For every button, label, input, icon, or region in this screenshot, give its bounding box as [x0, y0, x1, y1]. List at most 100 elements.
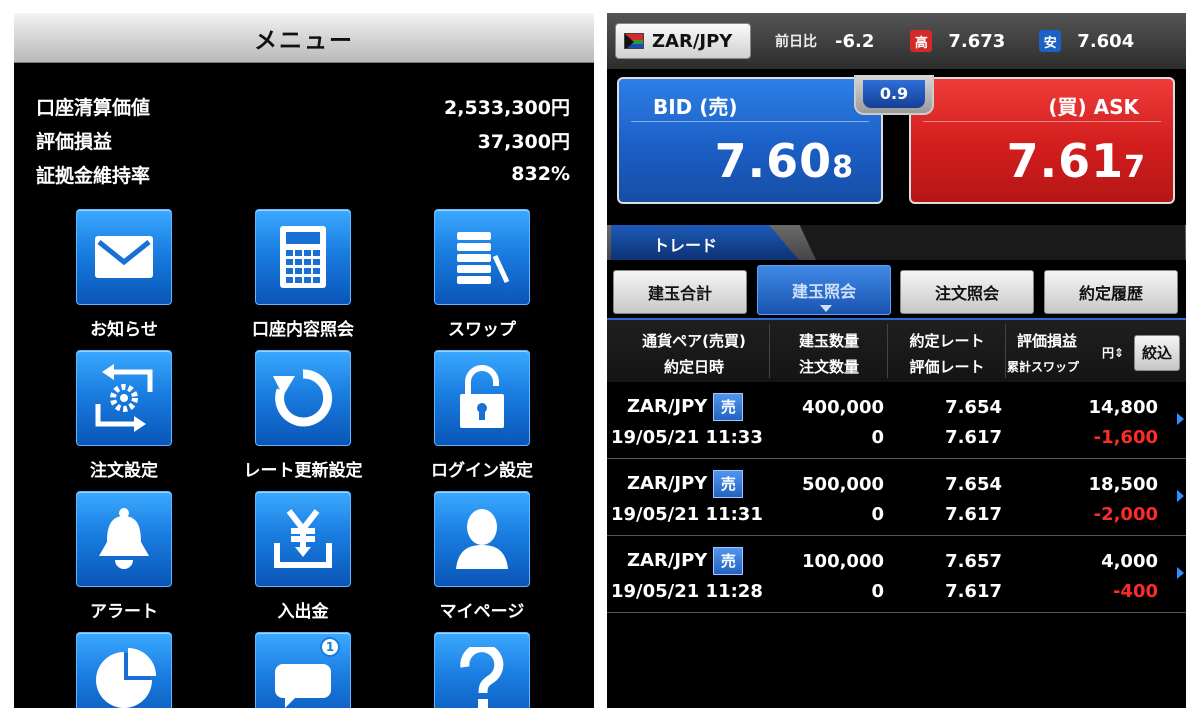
coins-icon	[457, 232, 510, 284]
tab-execution-history[interactable]: 約定履歴	[1044, 270, 1178, 314]
menu-item-mypage[interactable]: マイページ	[392, 491, 572, 622]
row-swap: -2,000	[1093, 504, 1158, 525]
table-row[interactable]: ZAR/JPY 売 19/05/21 11:31 500,000 0 7.654 …	[607, 460, 1186, 536]
menu-title: メニュー	[254, 27, 354, 54]
header-rate: 約定レート 評価レート	[891, 328, 1003, 380]
account-label: 口座清算価値	[36, 96, 151, 119]
menu-tile[interactable]	[434, 632, 530, 708]
menu-tile[interactable]	[255, 350, 351, 446]
tab-label: 約定履歴	[1078, 284, 1143, 303]
row-rate: 7.657	[945, 551, 1002, 572]
change-label: 前日比	[775, 34, 817, 50]
refresh-icon	[273, 369, 333, 427]
menu-item-label: お知らせ	[90, 320, 158, 340]
menu-item-news[interactable]: お知らせ	[34, 209, 214, 340]
row-arrow-icon	[1177, 413, 1184, 425]
header-label: 評価損益	[1017, 332, 1078, 350]
row-pair: ZAR/JPY 売	[627, 547, 744, 575]
menu-item-label: 注文設定	[90, 461, 158, 481]
active-tab-pointer	[820, 305, 832, 312]
menu-item-order-settings[interactable]: 注文設定	[34, 350, 214, 481]
bid-title: BID (売)	[653, 95, 738, 119]
menu-tile[interactable]: 1	[255, 632, 351, 708]
sell-badge: 売	[713, 470, 744, 498]
row-swap: -1,600	[1093, 427, 1158, 448]
high-badge: 高	[910, 30, 933, 52]
row-datetime: 19/05/21 11:31	[611, 504, 763, 525]
menu-tile[interactable]	[434, 209, 530, 305]
currency-pair-button[interactable]: ZAR/JPY	[615, 23, 751, 59]
menu-item-deposit[interactable]: 入出金	[213, 491, 393, 622]
bid-sell-button[interactable]: BID (売) 7.608	[617, 77, 883, 204]
row-quantity: 500,000	[802, 474, 884, 495]
account-row-liquidation: 口座清算価値 2,533,300円	[36, 89, 570, 123]
account-row-margin: 証拠金維持率 832%	[36, 157, 570, 191]
ask-buy-button[interactable]: (買) ASK 7.617	[909, 77, 1175, 204]
row-datetime: 19/05/21 11:33	[611, 427, 763, 448]
row-rate: 7.654	[945, 474, 1002, 495]
south-africa-flag-icon	[624, 33, 644, 49]
unit-label: 円	[1102, 346, 1115, 360]
message-icon	[275, 664, 331, 708]
header-label: 約定レート	[909, 332, 985, 350]
menu-item-messages[interactable]: 1	[213, 632, 393, 708]
section-bar: トレード	[607, 225, 1186, 260]
menu-item-report[interactable]	[34, 632, 214, 708]
menu-tile[interactable]	[76, 209, 172, 305]
low-badge: 安	[1039, 30, 1062, 52]
trade-section-tab[interactable]: トレード	[611, 225, 799, 260]
menu-tile[interactable]	[434, 350, 530, 446]
menu-item-account-info[interactable]: 口座内容照会	[213, 209, 393, 340]
menu-tile[interactable]	[255, 491, 351, 587]
row-order-quantity: 0	[871, 427, 884, 448]
tab-position-inquiry[interactable]: 建玉照会	[757, 265, 891, 315]
row-eval-rate: 7.617	[945, 504, 1002, 525]
header-divider	[887, 324, 888, 378]
low-value: 7.604	[1077, 30, 1135, 52]
unit-selector[interactable]: 円⇕	[1102, 344, 1124, 361]
account-value: 832%	[511, 163, 570, 185]
menu-tile[interactable]	[76, 632, 172, 708]
row-quantity: 400,000	[802, 397, 884, 418]
row-quantity: 100,000	[802, 551, 884, 572]
account-row-pnl: 評価損益 37,300円	[36, 123, 570, 157]
row-eval-rate: 7.617	[945, 427, 1002, 448]
menu-tile[interactable]	[255, 209, 351, 305]
tab-label: 注文照会	[934, 284, 999, 303]
header-divider	[1005, 324, 1006, 378]
header-label: 累計スワップ	[1007, 360, 1080, 374]
account-value: 2,533,300円	[444, 96, 570, 119]
menu-item-alert[interactable]: アラート	[34, 491, 214, 622]
menu-tile[interactable]	[76, 350, 172, 446]
account-label: 証拠金維持率	[36, 164, 151, 187]
person-icon	[456, 509, 508, 569]
bid-price: 7.608	[715, 134, 853, 188]
menu-item-help[interactable]	[392, 632, 572, 708]
menu-item-login-settings[interactable]: ログイン設定	[392, 350, 572, 481]
tab-order-inquiry[interactable]: 注文照会	[900, 270, 1034, 314]
rate-bar: ZAR/JPY 前日比 -6.2 高 7.673 安 7.604	[607, 13, 1186, 69]
menu-tile[interactable]	[434, 491, 530, 587]
account-summary: 口座清算価値 2,533,300円 評価損益 37,300円 証拠金維持率 83…	[14, 63, 594, 191]
header-pnl: 評価損益累計スワップ	[1007, 328, 1097, 380]
bell-icon	[99, 508, 149, 569]
pair-label: ZAR/JPY	[627, 473, 708, 494]
menu-tile[interactable]	[76, 491, 172, 587]
question-icon	[460, 647, 504, 708]
filter-button[interactable]: 絞込	[1134, 335, 1180, 371]
spread-display: 0.9	[854, 75, 934, 115]
bid-price-main: 7.60	[714, 134, 833, 188]
currency-pair-label: ZAR/JPY	[652, 30, 733, 52]
tab-position-summary[interactable]: 建玉合計	[613, 270, 747, 314]
table-row[interactable]: ZAR/JPY 売 19/05/21 11:33 400,000 0 7.654 …	[607, 383, 1186, 459]
header-divider	[769, 324, 770, 378]
position-tabs: 建玉合計 建玉照会 注文照会 約定履歴	[607, 265, 1186, 315]
account-value: 37,300円	[477, 130, 570, 153]
header-label: 通貨ペア(売買)	[642, 332, 746, 350]
tab-label: 建玉合計	[647, 284, 712, 303]
menu-panel: メニュー 口座清算価値 2,533,300円 評価損益 37,300円 証拠金維…	[14, 13, 594, 708]
menu-item-swap[interactable]: スワップ	[392, 209, 572, 340]
header-label: 建玉数量	[798, 332, 859, 350]
table-row[interactable]: ZAR/JPY 売 19/05/21 11:28 100,000 0 7.657 …	[607, 537, 1186, 613]
menu-item-rate-update[interactable]: レート更新設定	[213, 350, 393, 481]
